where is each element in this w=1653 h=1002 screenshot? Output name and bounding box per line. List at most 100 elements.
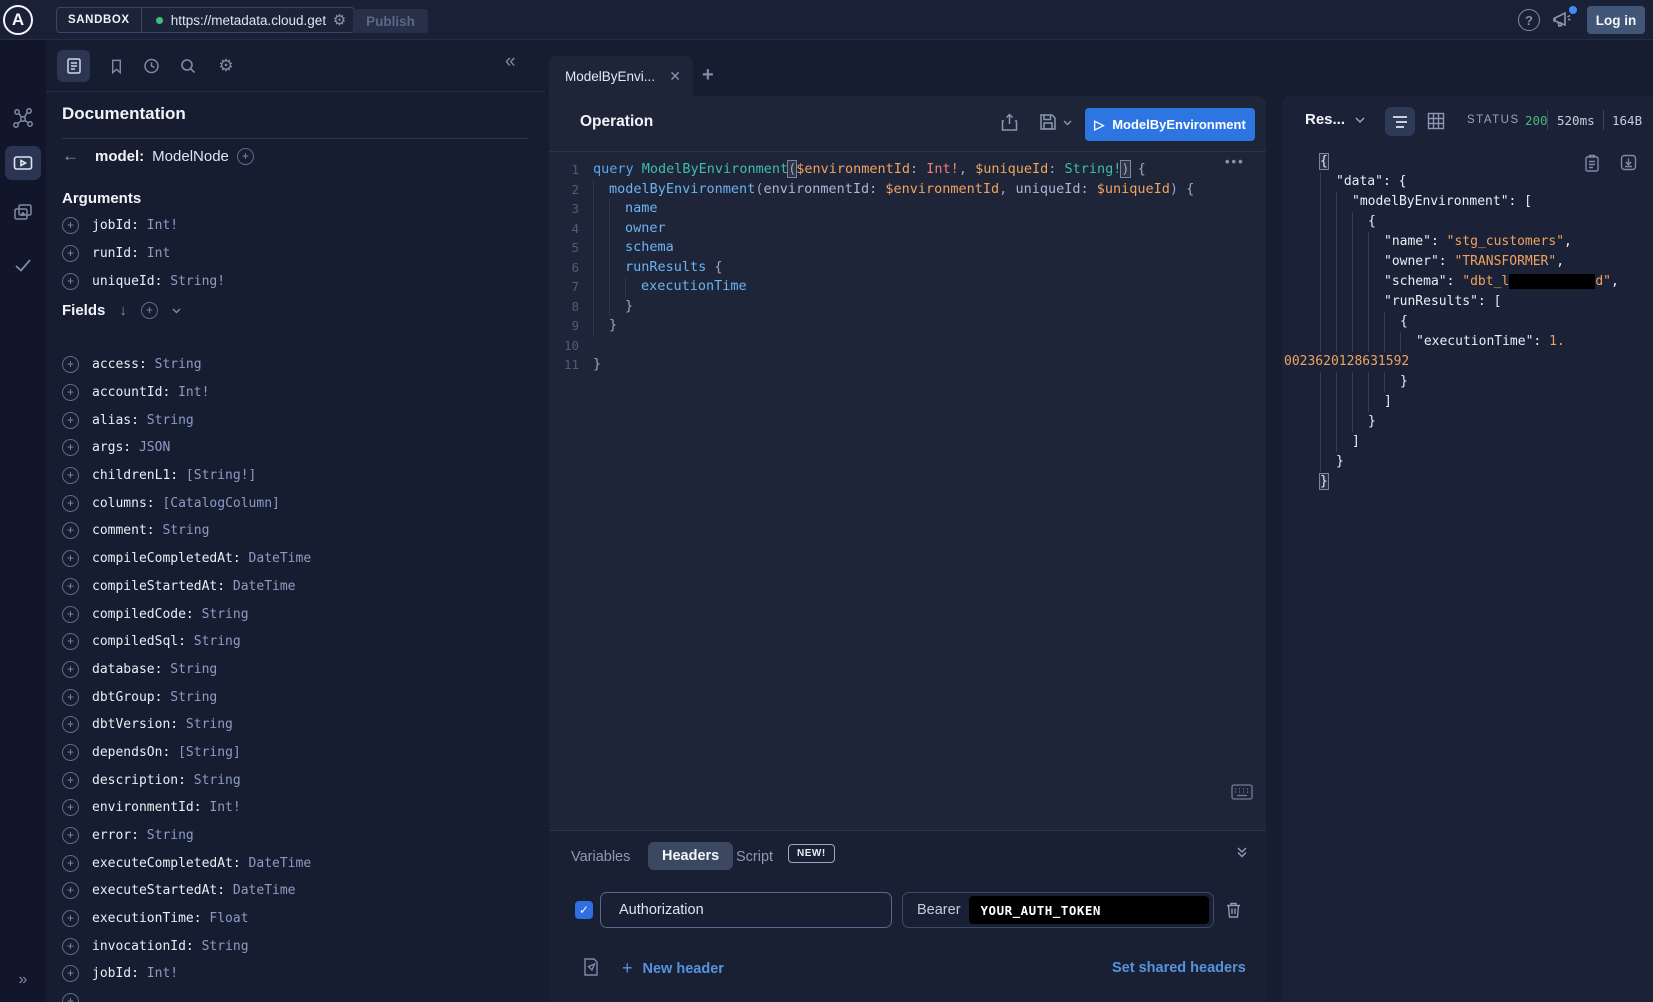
add-fields-icon[interactable]: + (141, 302, 158, 319)
share-icon[interactable] (1001, 113, 1021, 133)
chevron-down-icon[interactable] (172, 308, 181, 314)
add-field-icon[interactable]: + (62, 938, 79, 955)
new-tab-icon[interactable]: + (702, 64, 714, 87)
field-name[interactable]: compileStartedAt: (92, 579, 225, 594)
query-code-line[interactable]: 6runResults { (549, 258, 1249, 278)
field-name[interactable]: jobId: (92, 966, 139, 981)
publish-button[interactable]: Publish (353, 9, 428, 33)
run-operation-button[interactable]: ▷ ModelByEnvironment (1085, 108, 1255, 141)
query-code-line[interactable]: 1query ModelByEnvironment($environmentId… (549, 160, 1249, 180)
add-field-icon[interactable]: + (62, 855, 79, 872)
tab-variables[interactable]: Variables (571, 849, 630, 865)
query-code-line[interactable]: 11} (549, 355, 1249, 375)
field-type[interactable]: [CatalogColumn] (155, 496, 280, 511)
field-name[interactable]: executeCompletedAt: (92, 856, 241, 871)
query-code-line[interactable]: 8} (549, 297, 1249, 317)
add-field-icon[interactable]: + (62, 744, 79, 761)
query-editor[interactable]: 1query ModelByEnvironment($environmentId… (549, 160, 1249, 375)
search-icon[interactable] (178, 56, 198, 76)
breadcrumb-type[interactable]: ModelNode (152, 148, 229, 165)
close-tab-icon[interactable]: ✕ (669, 68, 681, 85)
tab-title[interactable]: ModelByEnvi... (565, 69, 663, 84)
query-code-line[interactable]: 4owner (549, 219, 1249, 239)
endpoint-url-input[interactable]: https://metadata.cloud.get (171, 13, 331, 28)
field-type[interactable]: DateTime (241, 551, 311, 566)
field-type[interactable]: String (139, 828, 194, 843)
tab-script[interactable]: Script (736, 849, 773, 865)
field-type[interactable]: String! (162, 274, 225, 289)
field-name[interactable]: comment: (92, 523, 155, 538)
keyboard-shortcuts-icon[interactable] (1231, 784, 1253, 800)
tab-headers[interactable]: Headers (648, 842, 733, 870)
add-field-icon[interactable]: + (62, 522, 79, 539)
field-name[interactable]: jobId: (92, 218, 139, 233)
header-enabled-checkbox[interactable]: ✓ (575, 901, 593, 919)
add-field-icon[interactable]: + (62, 384, 79, 401)
environment-variables-icon[interactable] (582, 957, 600, 977)
field-name[interactable]: alias: (92, 413, 139, 428)
field-type[interactable]: Int! (202, 800, 241, 815)
query-code-line[interactable]: 3name (549, 199, 1249, 219)
field-type[interactable]: String (194, 939, 249, 954)
add-field-icon[interactable]: + (62, 606, 79, 623)
field-type[interactable]: DateTime (225, 883, 295, 898)
add-field-icon[interactable]: + (62, 356, 79, 373)
field-type[interactable]: String (155, 523, 210, 538)
field-type[interactable]: Int! (170, 385, 209, 400)
field-type[interactable]: String (147, 357, 202, 372)
add-field-icon[interactable]: + (62, 716, 79, 733)
field-name[interactable]: executeStartedAt: (92, 883, 225, 898)
add-field-icon[interactable]: + (62, 661, 79, 678)
add-field-icon[interactable]: + (62, 412, 79, 429)
field-name[interactable]: accountId: (92, 385, 170, 400)
table-view-toggle-icon[interactable] (1427, 112, 1446, 131)
field-type[interactable]: String (194, 607, 249, 622)
field-name[interactable]: invocationId: (92, 939, 194, 954)
add-field-icon[interactable]: + (62, 827, 79, 844)
operation-tab[interactable]: ModelByEnvi... ✕ (549, 56, 693, 96)
add-field-icon[interactable]: + (62, 550, 79, 567)
add-field-icon[interactable]: + (62, 993, 79, 1002)
add-field-icon[interactable]: + (62, 495, 79, 512)
help-icon[interactable]: ? (1518, 9, 1540, 31)
field-type[interactable]: [String] (170, 745, 240, 760)
query-code-line[interactable]: 2modelByEnvironment(environmentId: $envi… (549, 180, 1249, 200)
collapse-docs-icon[interactable]: « (505, 51, 516, 73)
field-name[interactable]: childrenL1: (92, 468, 178, 483)
field-name[interactable]: dependsOn: (92, 745, 170, 760)
query-code-line[interactable]: 9} (549, 316, 1249, 336)
new-header-button[interactable]: + New header (622, 958, 724, 979)
apollo-logo[interactable]: A (3, 5, 33, 35)
field-name[interactable]: dbtVersion: (92, 717, 178, 732)
add-field-icon[interactable]: + (62, 799, 79, 816)
field-name[interactable]: compileCompletedAt: (92, 551, 241, 566)
query-code-line[interactable]: 7executionTime (549, 277, 1249, 297)
field-type[interactable]: String (186, 773, 241, 788)
explorer-nav-icon[interactable] (5, 146, 41, 180)
documentation-tab-icon[interactable] (57, 50, 90, 82)
add-field-icon[interactable]: + (62, 965, 79, 982)
field-type[interactable]: String (186, 634, 241, 649)
field-type[interactable]: DateTime (241, 856, 311, 871)
field-type[interactable]: JSON (131, 440, 170, 455)
set-shared-headers-button[interactable]: Set shared headers (1112, 960, 1246, 976)
collapse-panel-icon[interactable] (1235, 845, 1249, 859)
add-field-icon[interactable]: + (62, 439, 79, 456)
checks-nav-icon[interactable] (11, 253, 35, 277)
delete-header-icon[interactable] (1225, 901, 1243, 919)
field-type[interactable]: Float (202, 911, 249, 926)
add-field-icon[interactable]: + (62, 273, 79, 290)
raw-view-toggle-icon[interactable] (1385, 107, 1415, 136)
field-name[interactable]: access: (92, 357, 147, 372)
auth-token-field[interactable]: YOUR_AUTH_TOKEN (969, 896, 1209, 924)
add-field-icon[interactable]: + (62, 217, 79, 234)
field-type[interactable]: DateTime (225, 579, 295, 594)
login-button[interactable]: Log in (1587, 6, 1645, 34)
field-type[interactable]: Int! (139, 966, 178, 981)
field-name[interactable]: dbtGroup: (92, 690, 162, 705)
bookmark-icon[interactable] (106, 56, 126, 76)
field-type[interactable]: Int (139, 246, 170, 261)
schema-graph-icon[interactable] (11, 106, 35, 130)
save-dropdown-chevron-icon[interactable] (1063, 120, 1083, 140)
add-field-icon[interactable]: + (62, 633, 79, 650)
